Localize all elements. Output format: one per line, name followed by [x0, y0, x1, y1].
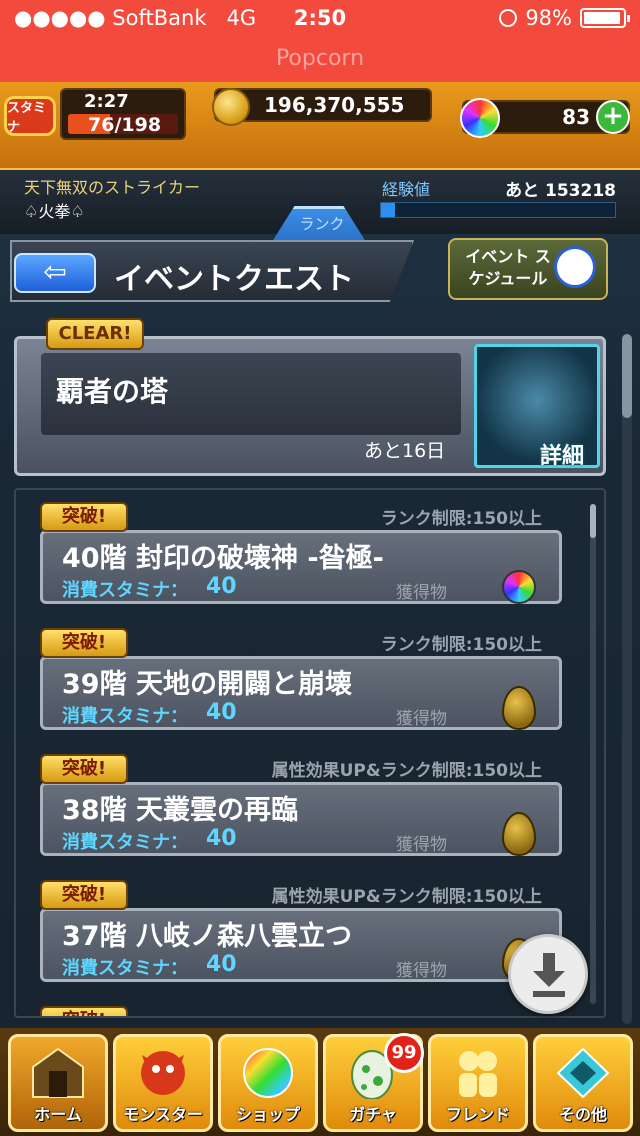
download-arrow-icon — [533, 953, 565, 997]
buy-orbs-button[interactable]: + — [596, 100, 630, 134]
cleared-badge: 突破! — [40, 1006, 128, 1016]
bottom-nav: ホーム モンスター ショップ 99 ガチャ フレンド その他 — [0, 1028, 640, 1136]
clock-icon — [554, 246, 596, 288]
drop-label: 獲得物 — [396, 961, 447, 981]
app-name: Popcorn — [275, 46, 365, 71]
stamina-meter[interactable]: 2:27 76/198 — [60, 88, 186, 140]
nav-friend[interactable]: フレンド — [428, 1034, 528, 1132]
stage-row-partial[interactable]: 突破! — [40, 1000, 562, 1016]
egg-drop-icon — [502, 686, 536, 730]
home-icon — [32, 1047, 84, 1098]
stamina-cost-value: 40 — [206, 700, 237, 725]
list-scrollbar[interactable] — [590, 504, 596, 1004]
nav-label: ホーム — [34, 1105, 82, 1124]
back-button[interactable]: ⇦ — [14, 253, 96, 293]
nav-label: その他 — [558, 1105, 607, 1124]
exp-bar — [380, 202, 616, 218]
nav-home[interactable]: ホーム — [8, 1034, 108, 1132]
stage-name: 38階 天叢雲の再臨 — [62, 795, 298, 826]
app-root: ●●●●● SoftBank 4G 2:50 98% Popcorn スタミナ … — [0, 0, 640, 1136]
page-scrollbar-thumb[interactable] — [622, 334, 632, 418]
cleared-badge: 突破! — [40, 628, 128, 658]
stage-limit: 属性効果UP&ランク制限:150以上 — [271, 761, 542, 781]
stage-row[interactable]: 突破! 属性効果UP&ランク制限:150以上 38階 天叢雲の再臨 消費スタミナ… — [40, 748, 562, 856]
stamina-timer: 2:27 — [84, 91, 129, 112]
player-title: 天下無双のストライカー — [24, 178, 201, 197]
orb-drop-icon — [502, 570, 536, 604]
coin-counter: 196,370,555 — [212, 88, 432, 126]
shop-orb-icon — [243, 1048, 293, 1098]
stamina-value: 76/198 — [88, 114, 162, 136]
status-bar: ●●●●● SoftBank 4G 2:50 98% Popcorn — [0, 0, 640, 82]
clear-badge: CLEAR! — [46, 318, 144, 350]
stamina-cost-label: 消費スタミナ： — [62, 832, 188, 853]
nav-shop[interactable]: ショップ — [218, 1034, 318, 1132]
stage-limit: ランク制限:150以上 — [380, 509, 542, 529]
stamina-cost-label: 消費スタミナ： — [62, 706, 188, 727]
gacha-count-badge: 99 — [384, 1033, 424, 1073]
stage-limit: 属性効果UP&ランク制限:150以上 — [271, 887, 542, 907]
cleared-badge: 突破! — [40, 754, 128, 784]
quest-name: 覇者の塔 — [56, 375, 169, 408]
cleared-badge: 突破! — [40, 880, 128, 910]
drop-label: 獲得物 — [396, 835, 447, 855]
stage-row[interactable]: 突破! 属性効果UP&ランク制限:150以上 37階 八岐ノ森八雲立つ 消費スタ… — [40, 874, 562, 982]
friend-icon — [459, 1051, 497, 1097]
other-icon — [556, 1047, 610, 1099]
nav-label: ショップ — [235, 1105, 300, 1124]
nav-gacha[interactable]: 99 ガチャ — [323, 1033, 424, 1132]
stamina-cost-value: 40 — [206, 826, 237, 851]
page-title: イベントクエスト — [114, 262, 354, 297]
nav-label: フレンド — [445, 1105, 510, 1124]
orientation-lock-icon — [499, 9, 518, 27]
egg-drop-icon — [502, 812, 536, 856]
coin-value: 196,370,555 — [264, 93, 405, 117]
stage-row[interactable]: 突破! ランク制限:150以上 40階 封印の破壊神 -昝極- 消費スタミナ： … — [40, 496, 562, 604]
stamina-cost-label: 消費スタミナ： — [62, 580, 188, 601]
stamina-cost-label: 消費スタミナ： — [62, 958, 188, 979]
monster-icon — [141, 1051, 185, 1095]
nav-label: モンスター — [123, 1105, 203, 1124]
battery-icon — [580, 8, 630, 28]
stage-row[interactable]: 突破! ランク制限:150以上 39階 天地の開闢と崩壊 消費スタミナ： 40 … — [40, 622, 562, 730]
orb-value: 83 — [562, 105, 590, 129]
page-scrollbar[interactable] — [622, 334, 632, 1024]
stage-name: 39階 天地の開闢と崩壊 — [62, 669, 352, 700]
exp-label: 経験値 — [382, 180, 431, 199]
detail-button[interactable]: 詳細 — [540, 438, 584, 470]
drop-label: 獲得物 — [396, 709, 447, 729]
exp-bar-fill — [381, 203, 396, 217]
battery-percent: 98% — [525, 6, 572, 30]
orb-icon — [460, 98, 500, 138]
stage-name: 40階 封印の破壊神 -昝極- — [62, 543, 384, 574]
stage-limit: ランク制限:150以上 — [380, 635, 542, 655]
stamina-cost-value: 40 — [206, 952, 237, 977]
quest-remaining-days: あと16日 — [364, 440, 446, 462]
stage-list[interactable]: 突破! ランク制限:150以上 40階 封印の破壊神 -昝極- 消費スタミナ： … — [14, 488, 606, 1018]
nav-other[interactable]: その他 — [533, 1034, 633, 1132]
list-scrollbar-thumb[interactable] — [590, 504, 596, 538]
player-name: ♤火拳♤ — [24, 202, 85, 221]
drop-label: 獲得物 — [396, 583, 447, 603]
nav-label: ガチャ — [349, 1105, 397, 1124]
orb-counter: 83 + — [460, 98, 630, 138]
exp-remaining: あと 153218 — [505, 181, 616, 201]
download-button[interactable] — [508, 934, 588, 1014]
coin-icon — [212, 88, 250, 126]
cleared-badge: 突破! — [40, 502, 128, 532]
nav-monster[interactable]: モンスター — [113, 1034, 213, 1132]
event-schedule-button[interactable]: イベント スケジュール — [448, 238, 608, 300]
stamina-cost-value: 40 — [206, 574, 237, 599]
event-schedule-label: イベント スケジュール — [465, 247, 551, 288]
stamina-icon: スタミナ — [4, 96, 56, 136]
stage-name: 37階 八岐ノ森八雲立つ — [62, 921, 352, 952]
